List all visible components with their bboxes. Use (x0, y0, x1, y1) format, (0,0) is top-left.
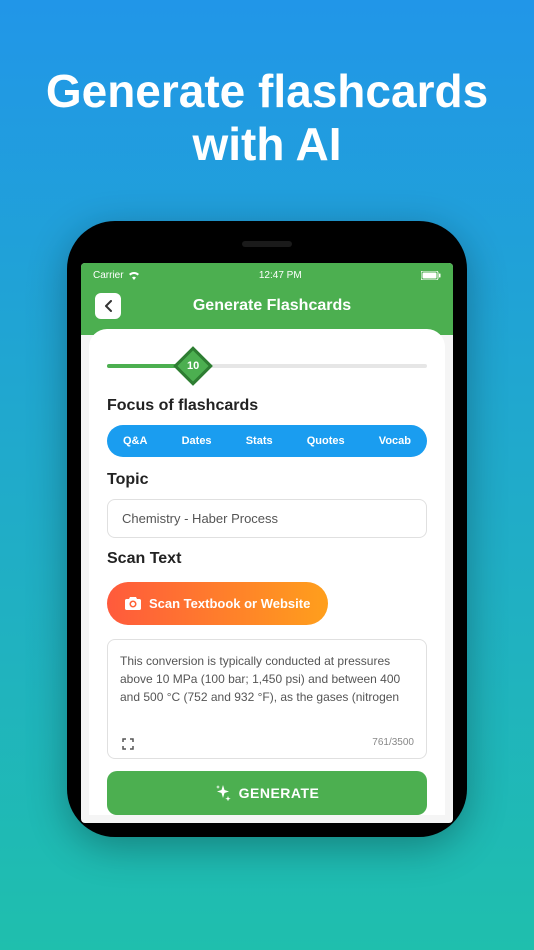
expand-icon[interactable] (122, 738, 134, 750)
char-count: 761/3500 (372, 735, 414, 750)
camera-icon (125, 596, 141, 610)
focus-pills: Q&A Dates Stats Quotes Vocab (107, 425, 427, 457)
focus-pill-stats[interactable]: Stats (246, 435, 273, 447)
focus-pill-dates[interactable]: Dates (182, 435, 212, 447)
phone-notch (81, 235, 453, 263)
generate-button[interactable]: GENERATE (107, 771, 427, 815)
focus-pill-quotes[interactable]: Quotes (307, 435, 345, 447)
focus-label: Focus of flashcards (107, 397, 427, 415)
scan-text-content: This conversion is typically conducted a… (120, 652, 414, 706)
topic-input[interactable]: Chemistry - Haber Process (107, 499, 427, 538)
count-slider[interactable]: 10 (107, 351, 427, 381)
slider-thumb[interactable]: 10 (174, 346, 214, 386)
hero-title: Generate flashcards with AI (0, 0, 534, 201)
content-card: 10 Focus of flashcards Q&A Dates Stats Q… (89, 329, 445, 815)
focus-pill-vocab[interactable]: Vocab (379, 435, 411, 447)
scan-button-label: Scan Textbook or Website (149, 596, 310, 611)
app-header: Generate Flashcards (81, 285, 453, 335)
phone-speaker (242, 241, 292, 247)
slider-value: 10 (187, 360, 199, 372)
phone-screen: Carrier 12:47 PM Generate Flashcards (81, 263, 453, 823)
battery-icon (421, 271, 441, 280)
wifi-icon (128, 271, 140, 280)
sparkle-icon (215, 785, 231, 801)
phone-frame: Carrier 12:47 PM Generate Flashcards (67, 221, 467, 837)
page-title: Generate Flashcards (105, 297, 439, 315)
topic-label: Topic (107, 471, 427, 489)
generate-button-label: GENERATE (239, 785, 320, 801)
scan-text-area[interactable]: This conversion is typically conducted a… (107, 639, 427, 759)
carrier-label: Carrier (93, 270, 124, 281)
status-time: 12:47 PM (259, 270, 302, 281)
scan-label: Scan Text (107, 550, 427, 568)
focus-pill-qa[interactable]: Q&A (123, 435, 147, 447)
scan-button[interactable]: Scan Textbook or Website (107, 582, 328, 625)
status-bar: Carrier 12:47 PM (81, 263, 453, 285)
